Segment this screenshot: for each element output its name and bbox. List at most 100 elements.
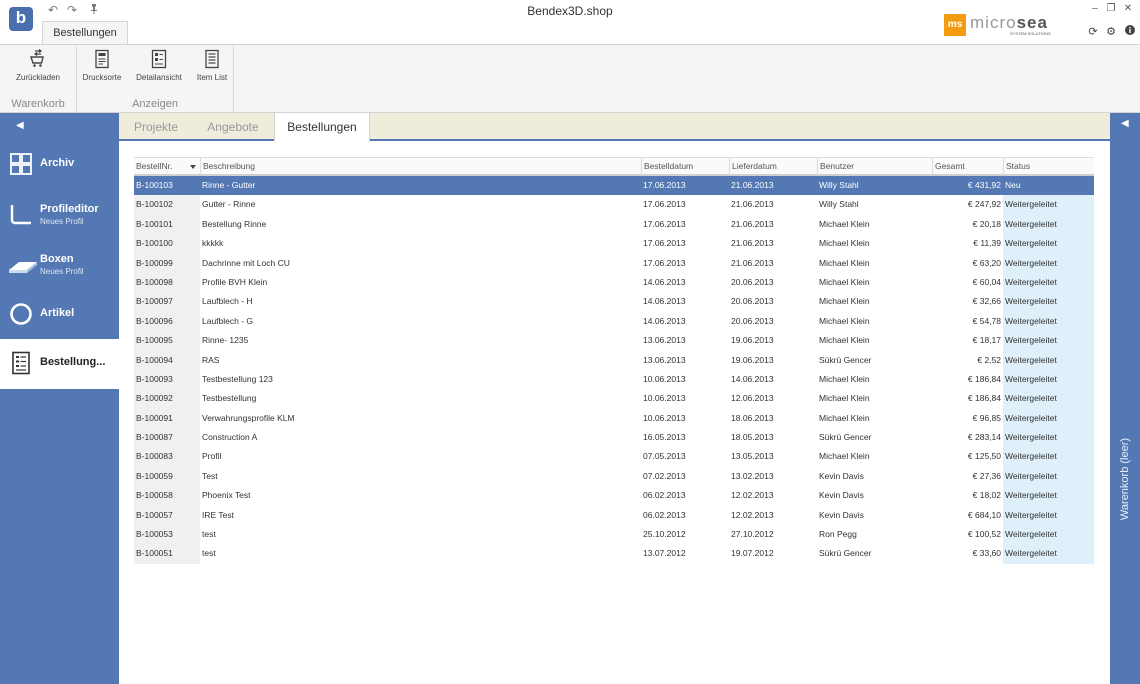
cell-description: Rinne- 1235 [202, 335, 249, 346]
table-row[interactable]: B-100094 RAS 13.06.2013 19.06.2013 Sükrü Gen… [134, 350, 1094, 370]
cell-total: € 11,39 [973, 238, 1001, 249]
cell-delivery-date: 19.06.2013 [731, 335, 774, 346]
settings-icon[interactable]: ⚙ [1104, 25, 1118, 39]
expand-left-icon[interactable]: ◀ [1121, 118, 1129, 129]
table-row[interactable]: B-100057 IRE Test 06.02.2013 12.02.2013 Kevi… [134, 505, 1094, 526]
minimize-button[interactable]: – [1088, 3, 1102, 15]
sidebar-item-profileditor[interactable]: Profileditor Neues Profil [0, 190, 119, 238]
detailansicht-button[interactable]: Detailansicht [131, 49, 187, 91]
table-row[interactable]: B-100051 test 13.07.2012 19.07.2012 Sükrü Ge… [134, 544, 1094, 564]
cell-total: € 20,18 [972, 218, 1001, 229]
sidebar-item-label: Artikel [40, 307, 75, 319]
table-row[interactable]: B-100096 Laufblech - G 14.06.2013 20.06.201… [134, 311, 1094, 332]
refresh-icon[interactable]: ⟳ [1086, 25, 1100, 39]
cell-order-date: 14.06.2013 [643, 276, 686, 287]
sidebar-item-archiv[interactable]: Archiv [0, 140, 119, 188]
sidebar-item-label: Archiv [40, 157, 75, 169]
sidebar-item-label: Bestellung... [40, 356, 106, 368]
column-header-order-date[interactable]: Bestelldatum [641, 158, 729, 175]
table-row[interactable]: B-100097 Laufblech - H 14.06.2013 20.06.201… [134, 292, 1094, 312]
cell-delivery-date: 14.06.2013 [731, 373, 774, 384]
cell-description: Construction A [202, 432, 258, 443]
cell-delivery-date: 21.06.2013 [731, 238, 774, 249]
profile-editor-icon [9, 202, 33, 226]
cell-status: Weitergeleitet [1003, 369, 1094, 390]
ribbon: Zurückladen Warenkorb Drucksorte Detaila… [0, 44, 1140, 113]
column-header-description[interactable]: Beschreibung [200, 158, 641, 175]
cell-order-number: B-100102 [134, 195, 200, 215]
cell-total: € 18,02 [972, 490, 1001, 501]
tab-projekte[interactable]: Projekte [119, 113, 193, 140]
cell-delivery-date: 13.02.2013 [731, 470, 774, 481]
item-list-label: Item List [196, 73, 228, 82]
cell-order-number: B-100096 [134, 311, 200, 332]
tab-angebote[interactable]: Angebote [195, 113, 271, 140]
tab-strip: Projekte Angebote Bestellungen [119, 113, 1110, 142]
cell-total: € 431,92 [932, 176, 1003, 196]
table-row[interactable]: B-100058 Phoenix Test 06.02.2013 12.02.2013… [134, 486, 1094, 506]
cell-order-date: 10.06.2013 [643, 393, 686, 404]
table-row[interactable]: B-100095 Rinne- 1235 13.06.2013 19.06.2013 M… [134, 331, 1094, 351]
table-row[interactable]: B-100102 Gutter - Rinne 17.06.2013 21.06.20… [134, 195, 1094, 215]
ribbon-tab-bestellungen[interactable]: Bestellungen [42, 21, 128, 44]
cell-delivery-date: 19.07.2012 [731, 548, 774, 559]
table-row[interactable]: B-100092 Testbestellung 10.06.2013 12.06.20… [134, 389, 1094, 409]
cell-order-date: 13.06.2013 [643, 354, 686, 365]
item-list-button[interactable]: Item List [192, 49, 232, 91]
tab-bestellungen[interactable]: Bestellungen [274, 113, 370, 142]
cell-description: Test [202, 470, 218, 481]
table-row[interactable]: B-100059 Test 07.02.2013 13.02.2013 Kevin Da… [134, 466, 1094, 487]
cell-delivery-date: 20.06.2013 [731, 315, 774, 326]
orders-table: BestellNr. Beschreibung Bestelldatum Liefer… [134, 157, 1094, 564]
table-row[interactable]: B-100099 Dachrinne mit Loch CU 17.06.2013 2… [134, 253, 1094, 273]
table-row[interactable]: B-100087 Construction A 16.05.2013 18.05.20… [134, 428, 1094, 448]
drucksorte-button[interactable]: Drucksorte [80, 49, 124, 91]
cell-order-date: 14.06.2013 [643, 296, 686, 307]
sidebar-item-boxen[interactable]: Boxen Neues Profil [0, 240, 119, 288]
cell-description: RAS [202, 354, 220, 365]
table-row[interactable]: B-100093 Testbestellung 123 10.06.2013 14.0… [134, 369, 1094, 390]
cell-total: € 54,78 [972, 315, 1001, 326]
cell-total: € 32,66 [972, 296, 1001, 307]
cell-description: IRE Test [202, 509, 234, 520]
cell-order-date: 07.05.2013 [643, 451, 686, 462]
table-row[interactable]: B-100053 test 25.10.2012 27.10.2012 Ron Pegg… [134, 525, 1094, 545]
table-row[interactable]: B-100101 Bestellung Rinne 17.06.2013 21.06.… [134, 214, 1094, 235]
table-row[interactable]: B-100100 kkkkk 17.06.2013 21.06.2013 Michael… [134, 234, 1094, 254]
info-icon[interactable] [1123, 25, 1137, 39]
sidebar-item-artikel[interactable]: Artikel [0, 290, 119, 338]
ribbon-group-anzeigen: Drucksorte Detailansicht Item List Anzei… [77, 45, 234, 113]
cell-order-date: 13.07.2012 [643, 548, 686, 559]
sidebar-collapse-button[interactable]: ◀ [0, 113, 119, 139]
cell-status: Weitergeleitet [1003, 447, 1094, 467]
cell-order-number: B-100098 [134, 272, 200, 293]
cell-status: Weitergeleitet [1003, 525, 1094, 545]
brand-tagline: SYSTEM SOLUTIONS [1010, 31, 1051, 36]
cell-order-number: B-100101 [134, 214, 200, 235]
sidebar-item-bestellungen[interactable]: Bestellung... [0, 339, 119, 389]
cell-status: Weitergeleitet [1003, 214, 1094, 235]
warenkorb-panel[interactable]: ◀ Warenkorb (leer) [1110, 113, 1140, 684]
column-header-status[interactable]: Status [1003, 158, 1094, 175]
orders-icon [9, 351, 33, 375]
cell-delivery-date: 20.06.2013 [731, 296, 774, 307]
close-button[interactable]: ✕ [1121, 3, 1135, 15]
zurueckladen-button[interactable]: Zurückladen [8, 49, 68, 91]
cell-order-date: 10.06.2013 [643, 412, 686, 423]
column-header-delivery-date[interactable]: Lieferdatum [729, 158, 817, 175]
table-row[interactable]: B-100083 Profil 07.05.2013 13.05.2013 Michae… [134, 447, 1094, 467]
table-row[interactable]: B-100098 Profile BVH Klein 14.06.2013 20.06… [134, 272, 1094, 293]
cell-description: Laufblech - H [202, 296, 253, 307]
column-header-total[interactable]: Gesamt [932, 158, 1003, 175]
table-row[interactable]: B-100091 Verwahrungsprofile KLM 10.06.2013… [134, 408, 1094, 429]
cell-order-date: 17.06.2013 [641, 176, 729, 196]
cell-order-number: B-100094 [134, 350, 200, 370]
item-list-icon [202, 49, 222, 69]
cell-delivery-date: 12.06.2013 [731, 393, 774, 404]
table-body: B-100103 Rinne - Gutter 17.06.2013 21.06.20… [134, 176, 1094, 564]
restore-button[interactable]: ❐ [1104, 3, 1118, 15]
cell-total: € 283,14 [967, 432, 1001, 443]
column-header-user[interactable]: Benutzer [817, 158, 932, 175]
table-row[interactable]: B-100103 Rinne - Gutter 17.06.2013 21.06.20… [134, 176, 1094, 196]
sort-descending-icon[interactable] [190, 165, 196, 169]
